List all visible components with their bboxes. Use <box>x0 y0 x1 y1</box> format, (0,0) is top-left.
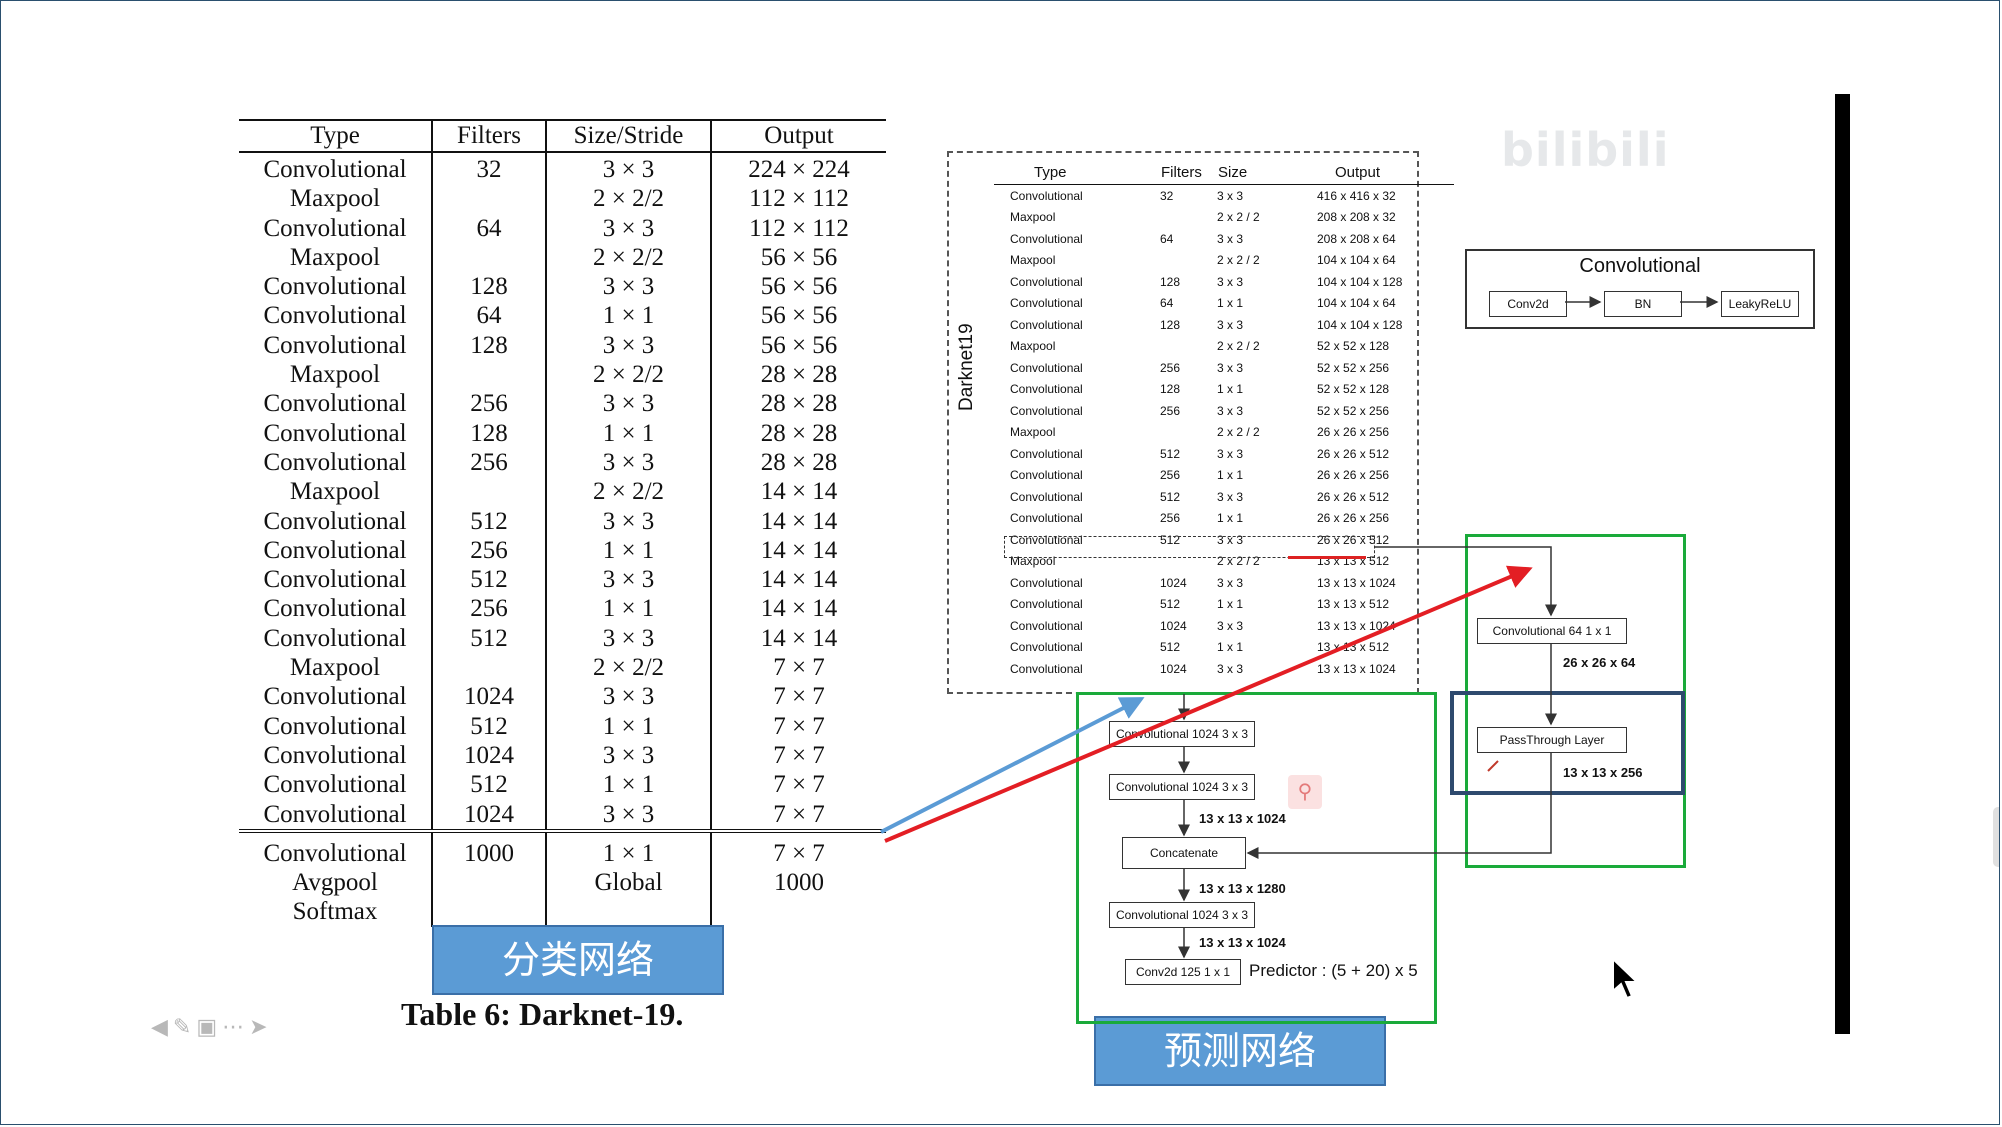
search-zoom-icon[interactable]: ⚲ <box>1288 775 1322 809</box>
red-annotation-arrow <box>884 565 1533 843</box>
prev-icon[interactable]: ◀ <box>151 1015 173 1040</box>
mouse-cursor-icon <box>1612 957 1640 1000</box>
more-icon[interactable]: ⋯ <box>222 1015 249 1040</box>
branch-to-passthrough-conv-arrow <box>1375 546 1557 617</box>
slide: Type Filters Size/Stride Output Convolut… <box>0 0 2000 1125</box>
next-icon[interactable]: ➤ <box>249 1015 272 1040</box>
bilibili-watermark: bilibili <box>1501 123 1670 177</box>
slides-icon[interactable]: ▣ <box>196 1015 222 1040</box>
pen-icon[interactable]: ✎ <box>173 1015 196 1040</box>
blue-annotation-arrow <box>880 697 1145 834</box>
pen-mark <box>1487 760 1499 772</box>
right-black-bar <box>1835 94 1850 1034</box>
slide-toolbar[interactable]: ◀✎▣⋯➤ <box>151 1015 273 1040</box>
side-scroll-tab[interactable] <box>1993 807 1999 867</box>
connectors-svg <box>880 296 1719 959</box>
